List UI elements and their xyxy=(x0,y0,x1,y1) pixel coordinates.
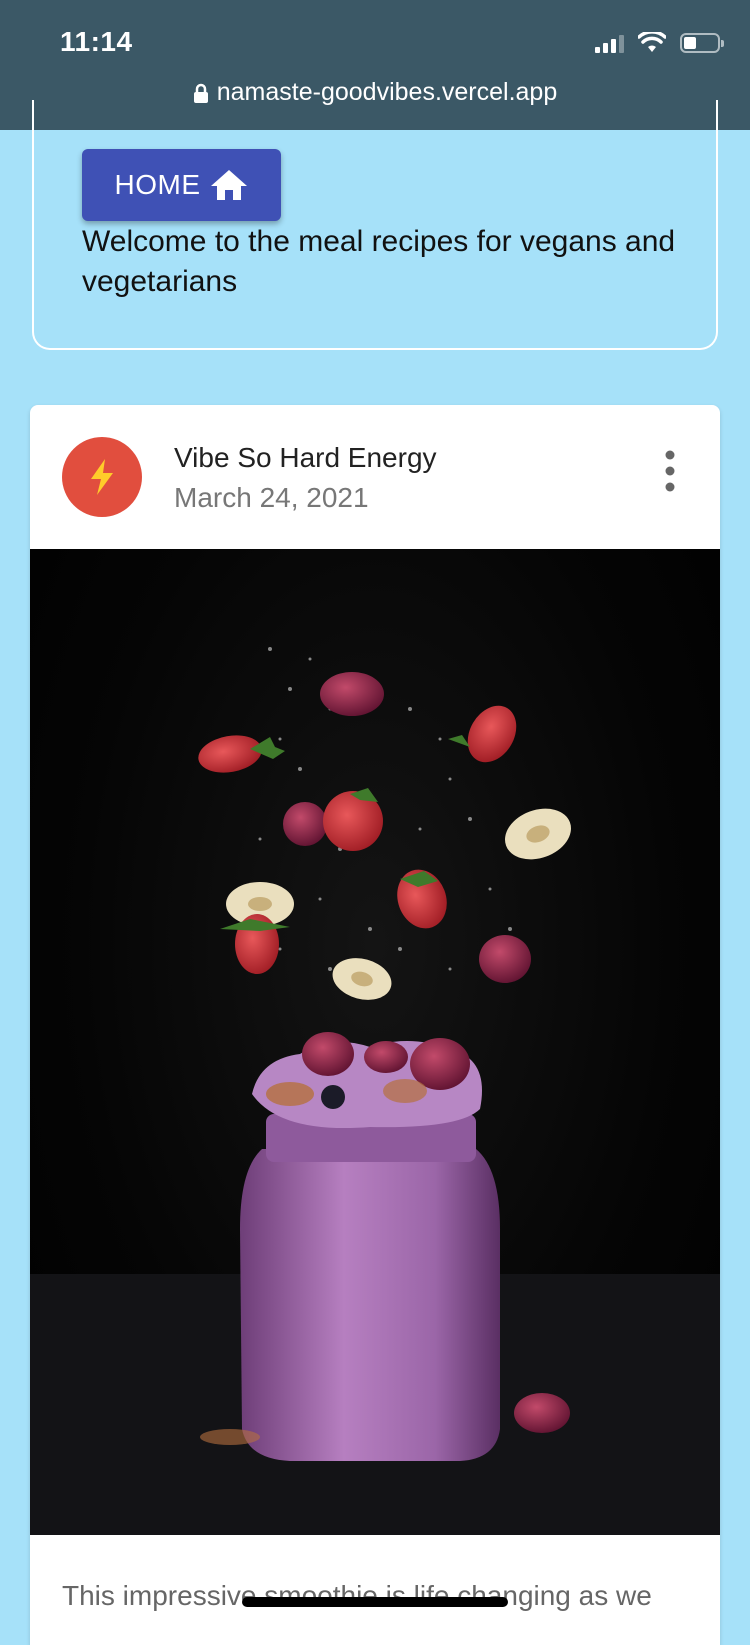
home-indicator[interactable] xyxy=(242,1597,508,1607)
card-date: March 24, 2021 xyxy=(174,482,369,513)
status-icons xyxy=(595,32,724,54)
card-title: Vibe So Hard Energy xyxy=(174,442,437,473)
recipe-card[interactable]: Vibe So Hard Energy March 24, 2021 This … xyxy=(30,405,720,1645)
wifi-icon xyxy=(638,32,666,52)
home-icon xyxy=(210,170,247,200)
recipe-image xyxy=(30,549,720,1535)
home-button-label: HOME xyxy=(114,169,201,200)
battery-icon xyxy=(680,33,724,53)
more-vert-icon[interactable] xyxy=(660,447,680,495)
signal-icon xyxy=(595,33,624,53)
home-button[interactable]: HOME xyxy=(82,149,281,221)
card-description: This impressive smoothie is life changin… xyxy=(62,1580,652,1611)
lightning-icon xyxy=(91,459,113,495)
card-header: Vibe So Hard Energy March 24, 2021 xyxy=(30,405,720,549)
avatar xyxy=(62,437,142,517)
welcome-text: Welcome to the meal recipes for vegans a… xyxy=(82,225,676,298)
status-time: 11:14 xyxy=(60,26,133,57)
